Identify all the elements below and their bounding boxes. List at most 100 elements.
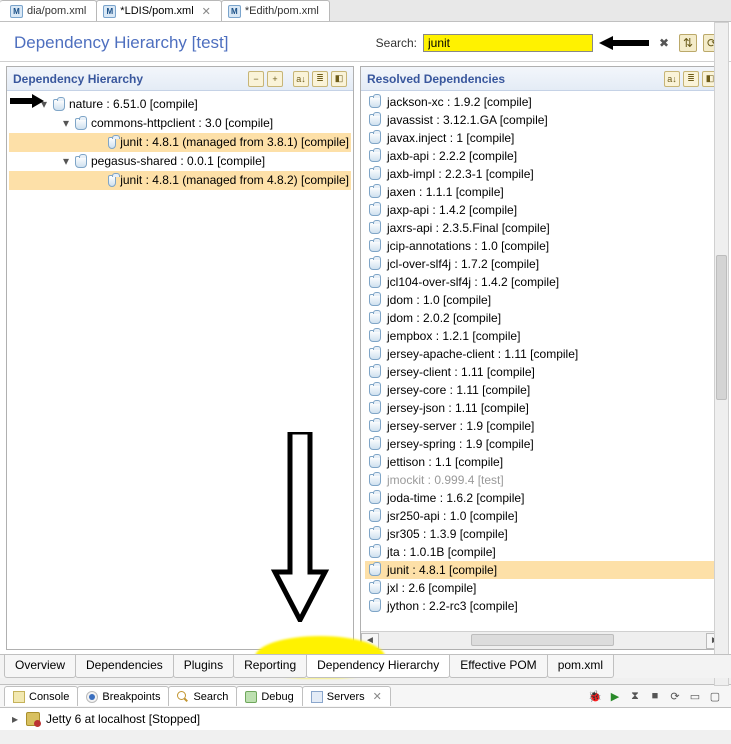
expand-icon[interactable]: ▸: [10, 712, 20, 726]
pom-tab-effective-pom[interactable]: Effective POM: [449, 655, 547, 678]
list-item[interactable]: jsr305 : 1.3.9 [compile]: [365, 525, 720, 543]
jar-icon: [369, 222, 381, 234]
maven-file-icon: M: [10, 5, 23, 18]
list-item-label: jersey-core : 1.11 [compile]: [387, 381, 530, 399]
sync-button[interactable]: ⟳: [667, 688, 683, 704]
minimize-button[interactable]: ▭: [687, 688, 703, 704]
tree-node[interactable]: ▾ pegasus-shared : 0.0.1 [compile]: [9, 152, 351, 171]
list-item[interactable]: jempbox : 1.2.1 [compile]: [365, 327, 720, 345]
editor-tab-2[interactable]: M *Edith/pom.xml: [221, 0, 330, 21]
scroll-thumb[interactable]: [716, 255, 727, 401]
view-tab-label: Breakpoints: [102, 691, 160, 703]
pom-tab-overview[interactable]: Overview: [4, 655, 76, 678]
sort-button[interactable]: a↓: [664, 71, 680, 87]
list-item[interactable]: jersey-json : 1.11 [compile]: [365, 399, 720, 417]
editor-tab-1[interactable]: M *LDIS/pom.xml ✕: [96, 0, 222, 21]
list-item[interactable]: jersey-server : 1.9 [compile]: [365, 417, 720, 435]
scroll-thumb[interactable]: [471, 634, 615, 646]
list-item[interactable]: jxl : 2.6 [compile]: [365, 579, 720, 597]
list-item-label: jcip-annotations : 1.0 [compile]: [387, 237, 549, 255]
decorate-button[interactable]: ◧: [331, 71, 347, 87]
list-item[interactable]: jta : 1.0.1B [compile]: [365, 543, 720, 561]
start-server-button[interactable]: ▶: [607, 688, 623, 704]
view-tab-servers[interactable]: Servers✕: [302, 686, 391, 706]
expand-toggle-icon[interactable]: ▾: [61, 115, 71, 132]
search-input[interactable]: [423, 34, 593, 52]
list-item[interactable]: jersey-spring : 1.9 [compile]: [365, 435, 720, 453]
list-item[interactable]: jcl104-over-slf4j : 1.4.2 [compile]: [365, 273, 720, 291]
vertical-scrollbar[interactable]: [714, 22, 729, 686]
filter-button[interactable]: ≣: [312, 71, 328, 87]
jar-icon: [369, 312, 381, 324]
list-item[interactable]: joda-time : 1.6.2 [compile]: [365, 489, 720, 507]
collapse-all-button[interactable]: −: [248, 71, 264, 87]
publish-button[interactable]: 🐞: [587, 688, 603, 704]
close-icon[interactable]: ✕: [373, 690, 382, 703]
tree-node[interactable]: junit : 4.8.1 (managed from 3.8.1) [comp…: [9, 133, 351, 152]
resolved-list[interactable]: jackson-xc : 1.9.2 [compile]javassist : …: [361, 91, 724, 631]
tree-node[interactable]: ▾nature : 6.51.0 [compile]: [9, 95, 351, 114]
list-item[interactable]: jython : 2.2-rc3 [compile]: [365, 597, 720, 615]
breakpoint-icon: [86, 691, 98, 703]
toggle-layout-button[interactable]: ⇅: [679, 34, 697, 52]
list-item-label: jcl104-over-slf4j : 1.4.2 [compile]: [387, 273, 559, 291]
pom-tab-dependencies[interactable]: Dependencies: [75, 655, 174, 678]
sort-button[interactable]: a↓: [293, 71, 309, 87]
list-item[interactable]: jaxb-impl : 2.2.3-1 [compile]: [365, 165, 720, 183]
list-item[interactable]: javax.inject : 1 [compile]: [365, 129, 720, 147]
maven-file-icon: M: [228, 5, 241, 18]
expand-all-button[interactable]: +: [267, 71, 283, 87]
list-item[interactable]: jettison : 1.1 [compile]: [365, 453, 720, 471]
list-item[interactable]: jaxen : 1.1.1 [compile]: [365, 183, 720, 201]
list-item-label: jersey-json : 1.11 [compile]: [387, 399, 529, 417]
list-item[interactable]: jersey-apache-client : 1.11 [compile]: [365, 345, 720, 363]
tree-node-label: pegasus-shared : 0.0.1 [compile]: [91, 153, 265, 170]
list-item[interactable]: jersey-client : 1.11 [compile]: [365, 363, 720, 381]
list-item[interactable]: jaxb-api : 2.2.2 [compile]: [365, 147, 720, 165]
editor-tab-0[interactable]: M dia/pom.xml: [0, 0, 97, 21]
view-tab-search[interactable]: Search: [168, 686, 237, 706]
servers-icon: [311, 691, 323, 703]
maximize-button[interactable]: ▢: [707, 688, 723, 704]
jar-icon: [369, 366, 381, 378]
tree-node[interactable]: ▾ commons-httpclient : 3.0 [compile]: [9, 114, 351, 133]
view-tab-debug[interactable]: Debug: [236, 686, 302, 706]
pom-tab-plugins[interactable]: Plugins: [173, 655, 234, 678]
panel-header: Resolved Dependencies a↓ ≣ ◧: [361, 67, 724, 91]
tree-node[interactable]: junit : 4.8.1 (managed from 4.8.2) [comp…: [9, 171, 351, 190]
clear-search-button[interactable]: ✖: [655, 34, 673, 52]
list-item[interactable]: jmockit : 0.999.4 [test]: [365, 471, 720, 489]
dependency-hierarchy-panel: Dependency Hierarchy − + a↓ ≣ ◧ ▾nature …: [6, 66, 354, 650]
main-area: Dependency Hierarchy − + a↓ ≣ ◧ ▾nature …: [0, 62, 731, 654]
list-item[interactable]: jaxrs-api : 2.3.5.Final [compile]: [365, 219, 720, 237]
stop-server-button[interactable]: ■: [647, 688, 663, 704]
scroll-track[interactable]: [379, 633, 706, 649]
jar-icon: [108, 175, 117, 187]
list-item[interactable]: jsr250-api : 1.0 [compile]: [365, 507, 720, 525]
pom-tab-reporting[interactable]: Reporting: [233, 655, 307, 678]
panel-toolbar: − + a↓ ≣ ◧: [248, 71, 347, 87]
horizontal-scrollbar[interactable]: ◄ ►: [361, 631, 724, 649]
servers-status-row: ▸ Jetty 6 at localhost [Stopped]: [0, 708, 731, 730]
list-item[interactable]: jackson-xc : 1.9.2 [compile]: [365, 93, 720, 111]
filter-button[interactable]: ≣: [683, 71, 699, 87]
list-item[interactable]: jersey-core : 1.11 [compile]: [365, 381, 720, 399]
list-item[interactable]: jcl-over-slf4j : 1.7.2 [compile]: [365, 255, 720, 273]
list-item[interactable]: jcip-annotations : 1.0 [compile]: [365, 237, 720, 255]
list-item[interactable]: junit : 4.8.1 [compile]: [365, 561, 720, 579]
list-item[interactable]: jdom : 1.0 [compile]: [365, 291, 720, 309]
expand-toggle-icon[interactable]: ▾: [61, 153, 71, 170]
list-item[interactable]: javassist : 3.12.1.GA [compile]: [365, 111, 720, 129]
view-tab-console[interactable]: Console: [4, 686, 78, 706]
list-item[interactable]: jaxp-api : 1.4.2 [compile]: [365, 201, 720, 219]
list-item[interactable]: jdom : 2.0.2 [compile]: [365, 309, 720, 327]
panel-toolbar: a↓ ≣ ◧: [664, 71, 718, 87]
close-icon[interactable]: ✕: [202, 5, 211, 18]
profile-button[interactable]: ⧗: [627, 688, 643, 704]
list-item-label: javax.inject : 1 [compile]: [387, 129, 514, 147]
tree-node-label: commons-httpclient : 3.0 [compile]: [91, 115, 273, 132]
view-tab-breakpoints[interactable]: Breakpoints: [77, 686, 169, 706]
pom-tab-dependency-hierarchy[interactable]: Dependency Hierarchy: [306, 655, 450, 678]
pom-tab-pom-xml[interactable]: pom.xml: [547, 655, 614, 678]
list-item-label: jersey-server : 1.9 [compile]: [387, 417, 534, 435]
